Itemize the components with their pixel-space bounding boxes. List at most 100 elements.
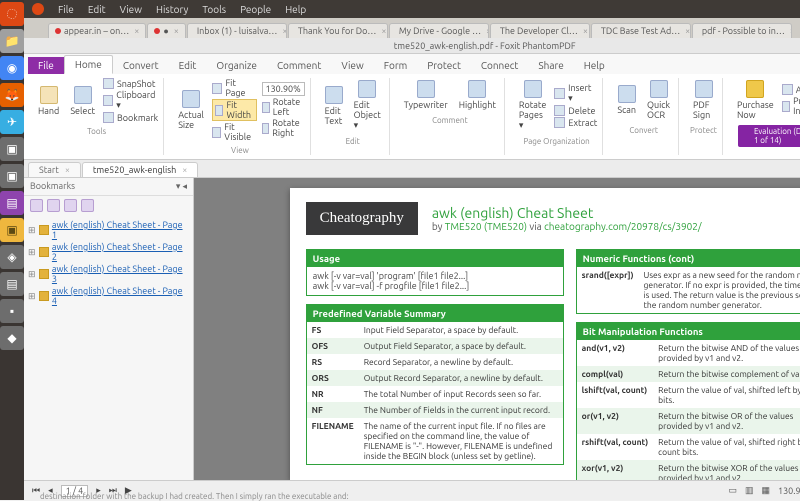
edit-object-button[interactable]: Edit Object ▾	[351, 78, 384, 133]
clipboard-button[interactable]: Clipboard ▾	[103, 90, 158, 111]
close-icon[interactable]: ×	[65, 165, 70, 175]
app-icon-3[interactable]: ◈	[0, 245, 24, 269]
group-edit: Edit Text Edit Object ▾ Edit	[317, 78, 390, 155]
dash-icon[interactable]: ◌	[0, 2, 24, 26]
rotate-pages-button[interactable]: Rotate Pages ▾	[516, 78, 550, 133]
select-tool[interactable]: Select	[67, 84, 98, 118]
close-icon[interactable]: ×	[583, 26, 588, 36]
hand-tool[interactable]: Hand	[35, 84, 62, 118]
bookmark-item[interactable]: ⊞awk (english) Cheat Sheet - Page 3	[28, 263, 189, 285]
close-icon[interactable]: ×	[381, 26, 386, 36]
ribbon-tab-form[interactable]: Form	[374, 57, 418, 74]
bookmark-item[interactable]: ⊞awk (english) Cheat Sheet - Page 4	[28, 285, 189, 307]
close-icon[interactable]: ×	[685, 26, 690, 36]
delete-button[interactable]: Delete	[554, 105, 595, 116]
scan-button[interactable]: Scan	[614, 83, 639, 117]
ribbon-tab-help[interactable]: Help	[574, 57, 615, 74]
bookmark-item[interactable]: ⊞awk (english) Cheat Sheet - Page 1	[28, 219, 189, 241]
menu-item[interactable]: History	[156, 4, 188, 15]
actual-size-button[interactable]: Actual Size	[175, 88, 207, 132]
activate-button[interactable]: Activate	[782, 84, 800, 95]
close-icon[interactable]: ×	[486, 26, 489, 36]
close-icon[interactable]: ×	[282, 26, 287, 36]
app-icon-2[interactable]: ▣	[0, 164, 24, 188]
expand-icon[interactable]: ⊞	[28, 247, 36, 258]
rotate-left-button[interactable]: Rotate Left	[262, 97, 305, 117]
ribbon-tab-connect[interactable]: Connect	[471, 57, 529, 74]
typewriter-button[interactable]: Typewriter	[401, 78, 451, 112]
browser-tab[interactable]: ●×	[147, 23, 186, 38]
ribbon-tab-convert[interactable]: Convert	[113, 57, 169, 74]
browser-tab[interactable]: The Developer Cl…×	[490, 23, 590, 38]
product-info-button[interactable]: Product Info	[782, 96, 800, 116]
document-viewport[interactable]: Cheatography awk (english) Cheat Sheet b…	[194, 178, 800, 480]
purchase-button[interactable]: Purchase Now	[734, 78, 777, 122]
menu-item[interactable]: Tools	[202, 4, 226, 15]
menu-item[interactable]: Help	[285, 4, 306, 15]
cell-val: Return the bitwise complement of val.	[653, 366, 800, 382]
bm-tool-icon[interactable]	[64, 199, 77, 212]
panel-menu-icon[interactable]: ▾ ◂	[176, 181, 187, 192]
ribbon-tab-file[interactable]: File	[28, 57, 64, 74]
expand-icon[interactable]: ⊞	[28, 269, 36, 280]
view-mode-icon[interactable]: ▦	[762, 485, 771, 496]
browser-tab[interactable]: Thank You for Do…×	[288, 23, 388, 38]
ribbon-tab-view[interactable]: View	[331, 57, 373, 74]
pdf-sign-button[interactable]: PDF Sign	[690, 78, 717, 122]
terminal-icon[interactable]: ▪	[0, 299, 24, 323]
fit-width-button[interactable]: Fit Width	[212, 99, 257, 121]
app-icon-4[interactable]: ▤	[0, 272, 24, 296]
expand-icon[interactable]: ⊞	[28, 291, 36, 302]
insert-button[interactable]: Insert ▾	[554, 83, 597, 104]
extract-button[interactable]: Extract	[554, 117, 597, 128]
zoom-combo[interactable]: 130.90%	[262, 82, 305, 96]
snapshot-button[interactable]: SnapShot	[103, 78, 155, 89]
source-link[interactable]: cheatography.com/20978/cs/3902/	[544, 221, 702, 232]
ribbon-tab-share[interactable]: Share	[528, 57, 573, 74]
files-icon[interactable]: 📁	[0, 29, 24, 53]
view-mode-icon[interactable]: ▥	[745, 485, 754, 496]
document-tab[interactable]: Start×	[28, 162, 81, 177]
ribbon-tab-organize[interactable]: Organize	[206, 57, 267, 74]
highlight-button[interactable]: Highlight	[456, 78, 499, 112]
ribbon-tab-home[interactable]: Home	[64, 55, 113, 74]
close-icon[interactable]: ×	[174, 26, 179, 36]
bm-tool-icon[interactable]	[81, 199, 94, 212]
ribbon-tab-comment[interactable]: Comment	[267, 57, 331, 74]
browser-tab[interactable]: pdf - Possible to in…×	[692, 23, 792, 38]
close-icon[interactable]: ×	[134, 26, 139, 36]
close-icon[interactable]: ×	[790, 26, 792, 36]
bookmark-item[interactable]: ⊞awk (english) Cheat Sheet - Page 2	[28, 241, 189, 263]
author-link[interactable]: TME520 (TME520)	[445, 221, 527, 232]
first-page-button[interactable]: ⏮	[32, 485, 40, 496]
menu-item[interactable]: Edit	[88, 4, 106, 15]
bm-tool-icon[interactable]	[47, 199, 60, 212]
ribbon-tab-edit[interactable]: Edit	[169, 57, 207, 74]
rotate-right-button[interactable]: Rotate Right	[262, 118, 305, 138]
menu-item[interactable]: File	[58, 4, 74, 15]
folder-icon[interactable]: ▣	[0, 218, 24, 242]
ocr-button[interactable]: Quick OCR	[644, 78, 673, 122]
foxit-icon[interactable]: ▤	[0, 191, 24, 215]
expand-icon[interactable]: ⊞	[28, 225, 36, 236]
chrome-icon[interactable]: ◉	[0, 56, 24, 80]
bookmark-button[interactable]: Bookmark	[103, 112, 158, 123]
ribbon-tab-protect[interactable]: Protect	[417, 57, 471, 74]
browser-tab[interactable]: My Drive - Google …×	[389, 23, 489, 38]
bm-tool-icon[interactable]	[30, 199, 43, 212]
browser-tab[interactable]: TDC Base Test Ad…×	[591, 23, 691, 38]
telegram-icon[interactable]: ✈	[0, 110, 24, 134]
firefox-icon[interactable]: 🦊	[0, 83, 24, 107]
fit-page-button[interactable]: Fit Page	[212, 78, 257, 98]
menu-item[interactable]: People	[240, 4, 271, 15]
fit-visible-button[interactable]: Fit Visible	[212, 122, 257, 142]
app-icon-5[interactable]: ◆	[0, 326, 24, 350]
app-icon[interactable]: ▣	[0, 137, 24, 161]
edit-text-button[interactable]: Edit Text	[322, 84, 346, 128]
browser-tab[interactable]: Inbox (1) - luisalva…×	[187, 23, 287, 38]
view-mode-icon[interactable]: ▭	[728, 485, 737, 496]
close-icon[interactable]: ×	[182, 165, 187, 175]
browser-tab[interactable]: appear.in – on…×	[48, 23, 146, 38]
document-tab[interactable]: tme520_awk-english×	[82, 162, 198, 177]
menu-item[interactable]: View	[120, 4, 142, 15]
